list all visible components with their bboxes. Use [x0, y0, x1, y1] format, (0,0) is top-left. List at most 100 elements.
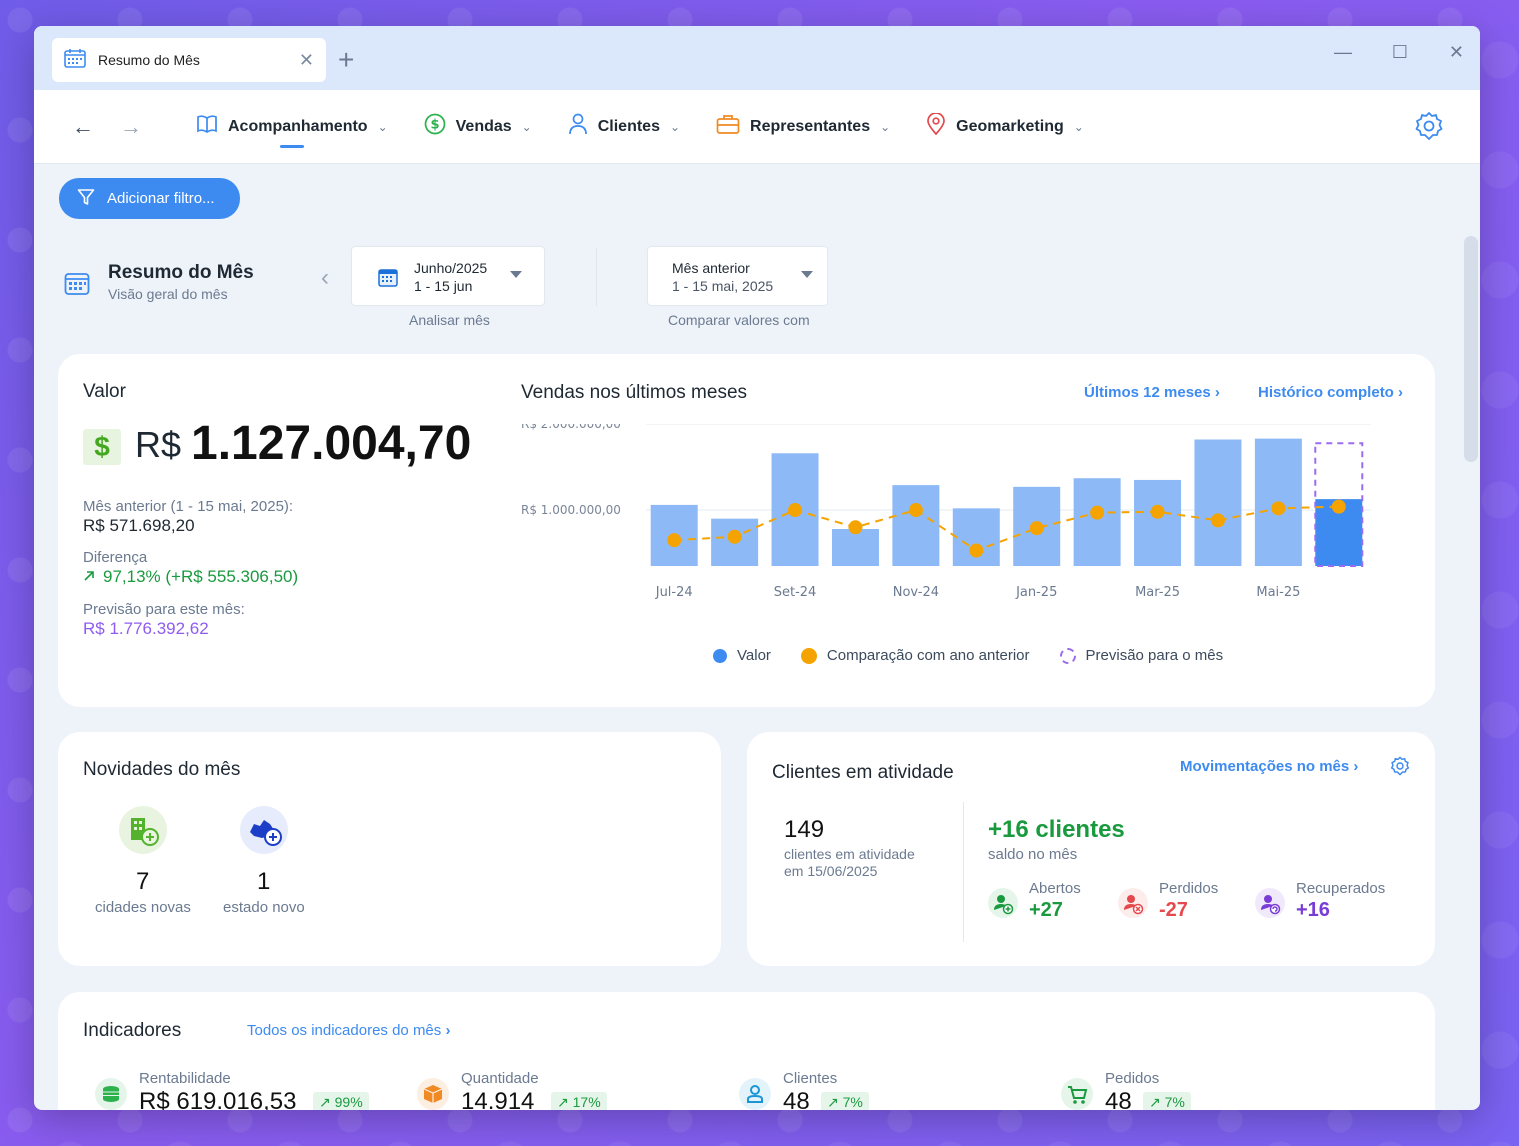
nav-label: Clientes: [597, 117, 660, 135]
nav-item-clientes[interactable]: Clientes ⌄: [568, 90, 680, 164]
new-states-value: 1: [257, 868, 271, 895]
nav-item-vendas[interactable]: $ Vendas ⌄: [424, 90, 532, 164]
full-history-link[interactable]: Histórico completo ›: [1258, 384, 1403, 401]
tab-title: Resumo do Mês: [98, 52, 200, 68]
new-tab-icon[interactable]: +: [338, 46, 354, 74]
link-label: Movimentações no mês: [1180, 758, 1350, 775]
valor-currency: R$: [135, 424, 182, 465]
caret-down-icon: [801, 271, 813, 278]
clients-lost-icon: [1118, 888, 1148, 918]
back-arrow-icon[interactable]: ←: [72, 114, 94, 140]
bar-Abr-25: [1194, 439, 1242, 566]
close-tab-icon[interactable]: ✕: [299, 50, 314, 71]
clients-opened-icon: [988, 888, 1018, 918]
comparison-point-Jun-25: [1331, 499, 1346, 514]
divider: [596, 248, 597, 306]
settings-gear-icon[interactable]: [1390, 756, 1410, 781]
active-clients-date: em 15/06/2025: [784, 863, 878, 879]
stat-value: -27: [1159, 899, 1188, 921]
compare-select[interactable]: Mês anterior 1 - 15 mai, 2025: [647, 246, 828, 306]
summary-header: Resumo do Mês Visão geral do mês ‹ Junho…: [34, 234, 1480, 354]
comparison-point-Jul-24: [667, 533, 682, 548]
indicator-value: 48: [1105, 1088, 1132, 1110]
y-tick-label: R$ 1.000.000,00: [521, 503, 621, 517]
bar-Nov-24: [892, 485, 940, 566]
diff-label: Diferença: [83, 549, 148, 566]
maximize-icon[interactable]: ☐: [1392, 42, 1408, 63]
main-nav: ← → Acompanhamento ⌄ $ Vendas ⌄ Clientes…: [34, 90, 1480, 164]
all-indicators-link[interactable]: Todos os indicadores do mês ›: [247, 1022, 450, 1039]
bar-Out-24: [831, 528, 879, 566]
app-window: Resumo do Mês ✕ + — ☐ ✕ ← → Acompanhamen…: [34, 26, 1480, 1110]
indicator-value: R$ 619.016,53: [139, 1088, 297, 1110]
chevron-right-icon: ›: [1353, 758, 1359, 775]
nav-item-representantes[interactable]: Representantes ⌄: [716, 90, 890, 164]
chevron-down-icon: ⌄: [880, 119, 891, 134]
indicator-label: Pedidos: [1105, 1070, 1160, 1087]
comparison-point-Abr-25: [1210, 513, 1225, 528]
filter-bar: Adicionar filtro...: [34, 164, 1480, 234]
forward-arrow-icon[interactable]: →: [120, 114, 142, 140]
badge-value: 7%: [1164, 1094, 1185, 1110]
month-select-caption: Analisar mês: [409, 312, 490, 328]
badge-value: 17%: [572, 1094, 601, 1110]
chart-title: Vendas nos últimos meses: [521, 382, 748, 403]
book-open-icon: [196, 114, 218, 139]
dollar-icon: $: [83, 429, 121, 465]
minimize-icon[interactable]: —: [1334, 42, 1352, 63]
month-select[interactable]: Junho/2025 1 - 15 jun: [351, 246, 545, 306]
badge-value: 7%: [842, 1094, 863, 1110]
x-tick-label: Mar-25: [1135, 585, 1180, 600]
indicator-badge: ↗ 7%: [1143, 1092, 1191, 1110]
stat-label: Perdidos: [1159, 880, 1219, 897]
link-label: Últimos 12 meses: [1084, 384, 1211, 401]
comparison-point-Set-24: [788, 503, 803, 518]
x-tick-label: Jul-24: [655, 585, 693, 600]
forecast-label: Previsão para este mês:: [83, 601, 245, 618]
browser-tab[interactable]: Resumo do Mês ✕: [52, 38, 326, 82]
new-states-label: estado novo: [223, 899, 305, 916]
indicator-label: Clientes: [783, 1070, 838, 1087]
x-tick-label: Nov-24: [893, 585, 939, 600]
stat-label: Recuperados: [1296, 880, 1386, 897]
comparison-point-Ago-24: [727, 529, 742, 544]
settings-gear-icon[interactable]: [1414, 111, 1444, 146]
nav-label: Geomarketing: [956, 117, 1064, 135]
comparison-point-Nov-24: [908, 503, 923, 518]
valor-title: Valor: [83, 381, 126, 402]
cart-icon: [1061, 1078, 1093, 1110]
last-12-months-link[interactable]: Últimos 12 meses ›: [1084, 384, 1220, 401]
monthly-movements-link[interactable]: Movimentações no mês ›: [1180, 758, 1358, 775]
legend-comparacao: Comparação com ano anterior: [826, 647, 1030, 664]
previous-month-icon[interactable]: ‹: [321, 264, 329, 292]
bar-Fev-25: [1073, 478, 1121, 566]
nav-label: Vendas: [455, 117, 512, 135]
divider: [963, 802, 964, 942]
sales-chart: R$ 2.000.000,00 R$ 1.000.000,00 Jul-24 Set-…: [521, 424, 1371, 600]
add-filter-button[interactable]: Adicionar filtro...: [59, 178, 240, 219]
chevron-right-icon: ›: [1214, 384, 1220, 401]
diff-row: 97,13% (+R$ 555.306,50): [83, 567, 298, 587]
prev-month-label: Mês anterior (1 - 15 mai, 2025):: [83, 498, 294, 515]
title-bar: Resumo do Mês ✕ + — ☐ ✕: [34, 26, 1480, 90]
forecast-value: R$ 1.776.392,62: [83, 619, 209, 638]
novidades-title: Novidades do mês: [83, 759, 241, 780]
legend-dot-comparacao: [800, 647, 817, 664]
calendar-icon: [64, 270, 90, 301]
comparison-point-Out-24: [848, 520, 863, 535]
nav-label: Representantes: [750, 117, 871, 135]
nav-item-geomarketing[interactable]: Geomarketing ⌄: [926, 90, 1084, 164]
active-clients-title: Clientes em atividade: [772, 762, 954, 783]
nav-item-acompanhamento[interactable]: Acompanhamento ⌄: [196, 90, 388, 164]
dollar-circle-icon: $: [424, 113, 446, 140]
chevron-right-icon: ›: [1398, 384, 1404, 401]
calendar-icon: [378, 267, 398, 292]
close-window-icon[interactable]: ✕: [1449, 42, 1464, 63]
clients-recovered-icon: [1255, 888, 1285, 918]
novidades-card: Novidades do mês 7 cidades novas 1 estad…: [58, 732, 721, 966]
chevron-down-icon: ⌄: [521, 119, 532, 134]
compare-select-range: 1 - 15 mai, 2025: [672, 278, 774, 294]
new-cities-value: 7: [136, 868, 150, 895]
user-icon: [568, 113, 588, 140]
new-state-icon: [240, 806, 288, 854]
